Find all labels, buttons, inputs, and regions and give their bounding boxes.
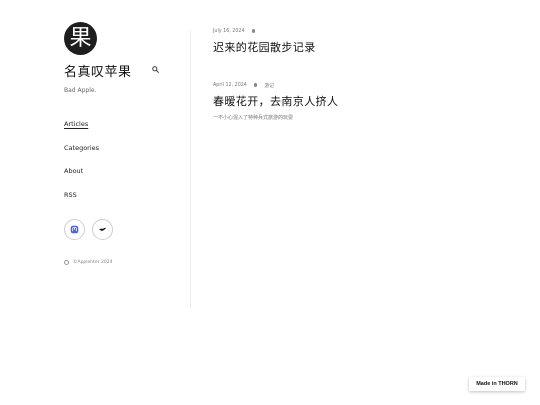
- sidebar: 果 名真叹苹果 Bad Apple. Articles Categories A…: [64, 22, 164, 265]
- post-title[interactable]: 迟来的花园散步记录: [213, 39, 513, 55]
- copyright-text: ©Applehter 2024: [73, 260, 113, 265]
- post-date: April 12, 2024: [213, 82, 247, 88]
- sidebar-divider: [190, 30, 191, 308]
- search-icon[interactable]: [152, 66, 159, 73]
- nav-item-articles[interactable]: Articles: [64, 120, 164, 144]
- nav-item-label: RSS: [64, 190, 77, 199]
- nav-item-label: Articles: [64, 120, 89, 128]
- site-tagline: Bad Apple.: [64, 87, 97, 94]
- meta-separator: [251, 29, 256, 33]
- made-in-badge[interactable]: Made in THORN: [469, 377, 525, 391]
- main-nav: Articles Categories About RSS: [64, 120, 164, 214]
- mastodon-icon: [70, 225, 79, 234]
- post-item: July 16, 2024 迟来的花园散步记录: [213, 27, 513, 55]
- footer-note: ©Applehter 2024: [64, 260, 164, 265]
- nav-item-about[interactable]: About: [64, 167, 164, 191]
- post-item: April 12, 2024 游记 春暧花开，去南京人挤人 一不小心混入了特种兵…: [213, 81, 513, 122]
- post-title[interactable]: 春暧花开，去南京人挤人: [213, 93, 513, 109]
- site-logo[interactable]: 果: [64, 22, 97, 55]
- nav-item-rss[interactable]: RSS: [64, 191, 164, 215]
- meta-separator: [253, 83, 258, 87]
- nav-item-label: About: [64, 167, 84, 175]
- post-meta: July 16, 2024: [213, 27, 513, 35]
- post-list: July 16, 2024 迟来的花园散步记录 April 12, 2024 游…: [213, 27, 513, 143]
- post-category[interactable]: 游记: [264, 82, 274, 89]
- post-meta: April 12, 2024 游记: [213, 81, 513, 89]
- post-excerpt: 一不小心混入了特种兵式旅游的玩耍: [213, 115, 294, 121]
- copyright-icon: [64, 260, 69, 265]
- mastodon-button[interactable]: [64, 219, 85, 240]
- nav-item-label: Categories: [64, 143, 100, 152]
- nav-item-categories[interactable]: Categories: [64, 144, 164, 168]
- site-title[interactable]: 名真叹苹果: [64, 61, 164, 80]
- title-row: 名真叹苹果: [64, 61, 164, 80]
- post-date: July 16, 2024: [213, 28, 245, 34]
- social-links: [64, 219, 164, 240]
- bird-button[interactable]: [92, 219, 113, 240]
- bird-icon: [98, 227, 107, 232]
